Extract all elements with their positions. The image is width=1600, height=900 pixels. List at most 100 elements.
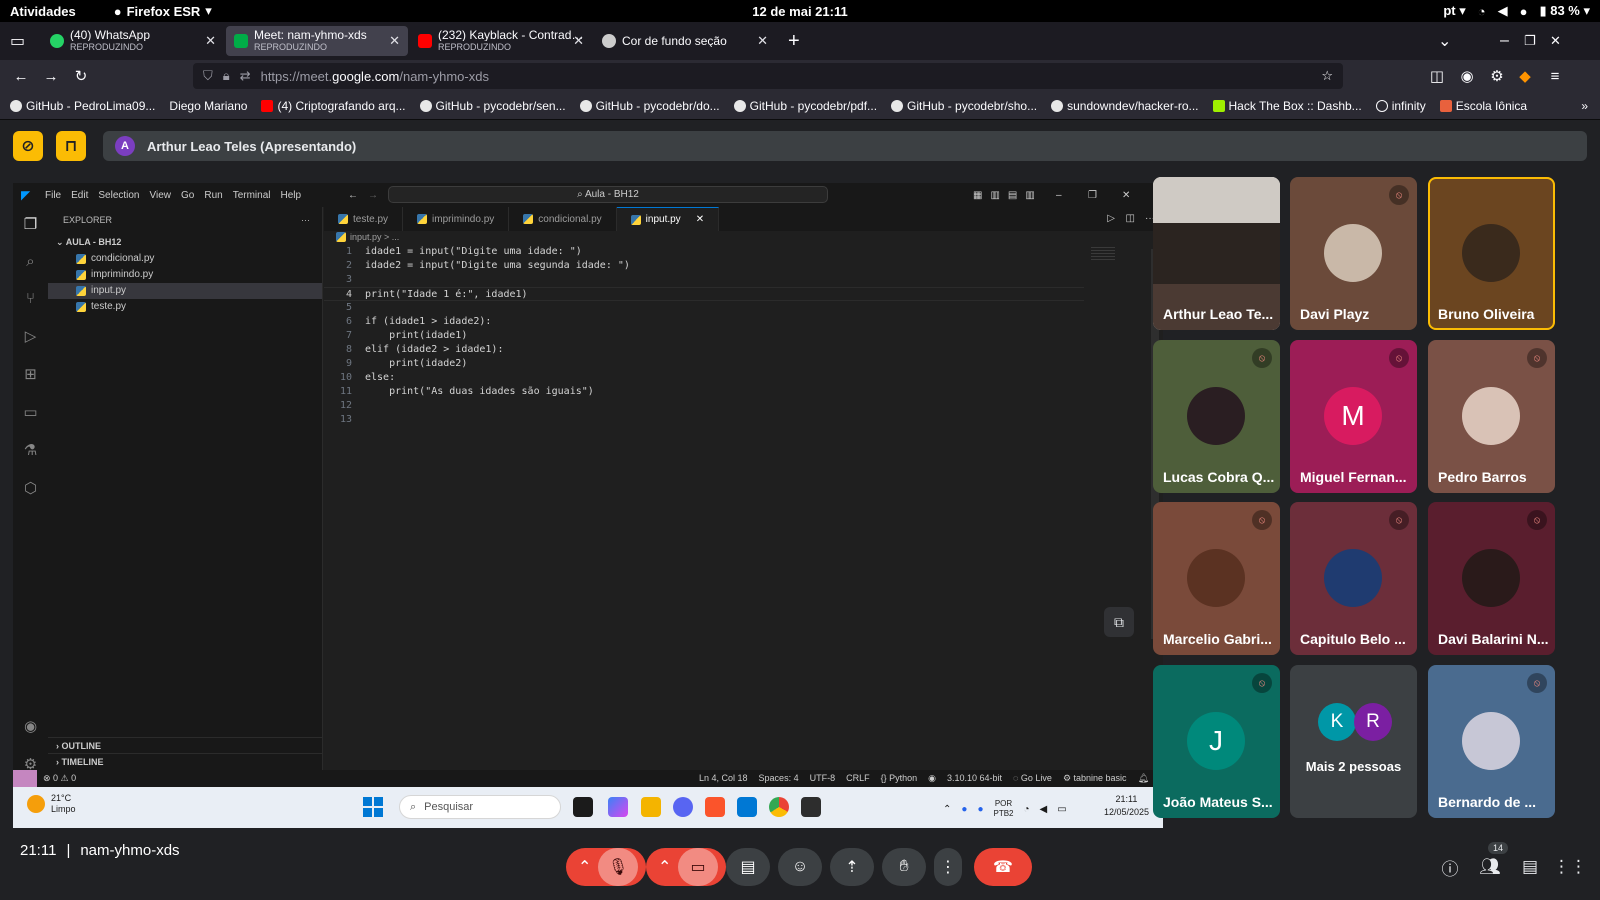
participant-tile[interactable]: ⦸ Capitulo Belo ...	[1290, 502, 1417, 655]
code-line[interactable]: 13	[324, 413, 1163, 427]
file-item[interactable]: condicional.py	[48, 251, 322, 267]
close-icon[interactable]: ✕	[573, 33, 584, 49]
close-icon[interactable]: ✕	[205, 33, 216, 49]
file-item[interactable]: imprimindo.py	[48, 267, 322, 283]
nav-forward-icon[interactable]: →	[368, 190, 378, 201]
file-item-selected[interactable]: input.py	[48, 283, 322, 299]
participant-tile[interactable]: Bruno Oliveira	[1428, 177, 1555, 330]
editor-tab[interactable]: teste.py	[324, 207, 404, 231]
menu-go[interactable]: Go	[181, 190, 194, 201]
mic-tray-icon[interactable]: ●	[977, 804, 983, 815]
code-line[interactable]: 4 print("Idade 1 é:", idade1)	[324, 287, 1084, 301]
bookmark-item[interactable]: GitHub - pycodebr/do...	[579, 99, 720, 113]
input-language[interactable]: POR PTB2	[993, 799, 1013, 819]
editor-tab[interactable]: imprimindo.py	[403, 207, 510, 231]
brave-icon[interactable]	[705, 797, 725, 817]
code-line[interactable]: 1 idade1 = input("Digite uma idade: ")	[324, 245, 1163, 259]
weather-widget[interactable]: 21°C Limpo	[27, 793, 76, 815]
remote-explorer-icon[interactable]: ▭	[23, 403, 37, 421]
code-line[interactable]: 6 if (idade1 > idade2):	[324, 315, 1163, 329]
star-icon[interactable]: ☆	[1321, 68, 1333, 84]
chrome-icon[interactable]	[769, 797, 789, 817]
code-line[interactable]: 5	[324, 301, 1163, 315]
shield-icon[interactable]: ⛉	[203, 68, 213, 84]
app-menu[interactable]: ● Firefox ESR ▾	[114, 3, 212, 19]
taskbar-clock[interactable]: 21:11 12/05/2025	[1104, 793, 1149, 819]
browser-tab-meet[interactable]: Meet: nam-yhmo-xds REPRODUZINDO ✕	[226, 26, 408, 56]
bookmark-item[interactable]: sundowndev/hacker-ro...	[1051, 99, 1199, 113]
menu-file[interactable]: File	[45, 190, 61, 201]
fox-extension-icon[interactable]: ◆	[1510, 67, 1540, 85]
code-editor[interactable]: 1 idade1 = input("Digite uma idade: ") 2 id…	[324, 243, 1163, 427]
close-icon[interactable]: ✕	[757, 33, 768, 49]
participant-tile[interactable]: ⦸ Lucas Cobra Q...	[1153, 340, 1280, 493]
tab-overview-icon[interactable]: ▭	[10, 31, 30, 51]
menu-terminal[interactable]: Terminal	[233, 190, 271, 201]
minimap[interactable]	[1091, 247, 1115, 261]
new-tab-icon[interactable]: +	[788, 30, 800, 53]
split-editor-icon[interactable]: ◫	[1126, 213, 1135, 224]
chat-icon[interactable]: ▤	[1518, 855, 1542, 879]
participant-tile[interactable]: Arthur Leao Te...	[1153, 177, 1280, 330]
participant-tile[interactable]: J ⦸ João Mateus S...	[1153, 665, 1280, 818]
system-clock[interactable]: 12 de mai 21:11	[0, 4, 1600, 19]
browser-tab-whatsapp[interactable]: (40) WhatsApp REPRODUZINDO ✕	[42, 26, 224, 56]
vscode-minimize-icon[interactable]: –	[1056, 190, 1062, 201]
copilot-icon[interactable]: ◉	[928, 773, 936, 784]
browser-tab-youtube[interactable]: (232) Kayblack - Contradição REPRODUZINDO…	[410, 26, 592, 56]
participant-tile[interactable]: ⦸ Davi Balarini N...	[1428, 502, 1555, 655]
editor-tab-active[interactable]: input.py ✕	[616, 207, 720, 231]
windows-start-icon[interactable]	[363, 797, 383, 817]
browser-tab-cor-de-fundo[interactable]: Cor de fundo seção ✕	[594, 26, 776, 56]
run-file-icon[interactable]: ▷	[1107, 213, 1115, 224]
back-icon[interactable]: ←	[6, 68, 36, 85]
bookmark-item[interactable]: GitHub - pycodebr/pdf...	[733, 99, 877, 113]
code-line[interactable]: 12	[324, 399, 1163, 413]
close-tab-icon[interactable]: ✕	[696, 214, 704, 225]
participant-tile[interactable]: ⦸ Davi Playz	[1290, 177, 1417, 330]
account-icon[interactable]: ◉	[24, 717, 37, 735]
mic-toggle-button[interactable]: 🎙︎	[598, 848, 638, 886]
discord-icon[interactable]	[673, 797, 693, 817]
vscode-close-icon[interactable]: ✕	[1122, 190, 1130, 201]
vscode-restore-icon[interactable]: ❐	[1088, 190, 1097, 201]
meeting-info-icon[interactable]: ⓘ	[1438, 855, 1462, 879]
activities-button[interactable]: Atividades	[10, 4, 76, 19]
hamburger-menu-icon[interactable]: ≡	[1540, 68, 1570, 85]
reactions-button[interactable]: ☺	[778, 848, 822, 886]
code-line[interactable]: 10 else:	[324, 371, 1163, 385]
bookmark-item[interactable]: Hack The Box :: Dashb...	[1212, 99, 1362, 113]
file-item[interactable]: teste.py	[48, 299, 322, 315]
participant-tile[interactable]: M ⦸ Miguel Fernan...	[1290, 340, 1417, 493]
windows-tray[interactable]: ⌃ ● ● POR PTB2 ◔ ◀ ▭	[943, 799, 1067, 819]
vscode-app-icon[interactable]	[737, 797, 757, 817]
remote-indicator-icon[interactable]	[13, 770, 37, 787]
participant-tile[interactable]: ⦸ Marcelio Gabri...	[1153, 502, 1280, 655]
presentation-layout-icon[interactable]: ⊓	[56, 131, 86, 161]
volume-icon[interactable]: ◀	[1040, 804, 1048, 815]
picture-in-picture-icon[interactable]: ⧉	[1104, 607, 1134, 637]
chevron-up-icon[interactable]: ⌃	[943, 804, 951, 815]
cursor-position[interactable]: Ln 4, Col 18	[699, 773, 748, 784]
bookmark-item[interactable]: (4) Criptografando arq...	[261, 99, 406, 113]
problems-indicator[interactable]: ⊗ 0 ⚠ 0	[43, 773, 76, 784]
battery-icon[interactable]: ▭	[1057, 804, 1066, 815]
camera-toggle-button[interactable]: ▭	[678, 848, 718, 886]
system-tray[interactable]: pt ▾ ◔ ◀ ● ▮ 83 % ▾	[1443, 0, 1590, 22]
present-screen-button[interactable]: ⇡	[830, 848, 874, 886]
extensions-icon[interactable]: ⊞	[24, 365, 37, 383]
code-line[interactable]: 3	[324, 273, 1163, 287]
taskbar-search[interactable]: ⌕ Pesquisar	[399, 795, 561, 819]
testing-icon[interactable]: ⚗	[24, 441, 37, 459]
bookmark-item[interactable]: Escola Iônica	[1439, 99, 1527, 113]
window-close-icon[interactable]: ✕	[1550, 33, 1561, 49]
keyboard-layout[interactable]: pt ▾	[1443, 3, 1465, 19]
run-debug-icon[interactable]: ▷	[25, 327, 37, 345]
participant-tile[interactable]: K R Mais 2 pessoas	[1290, 665, 1417, 818]
wifi-icon[interactable]: ◔	[1024, 804, 1030, 815]
extensions-icon[interactable]: ⚙	[1482, 67, 1512, 85]
pocket-icon[interactable]: ◫	[1422, 67, 1452, 85]
shield-tray-icon[interactable]: ●	[961, 804, 967, 815]
indentation[interactable]: Spaces: 4	[759, 773, 799, 784]
bookmark-item[interactable]: infinity	[1375, 99, 1426, 113]
